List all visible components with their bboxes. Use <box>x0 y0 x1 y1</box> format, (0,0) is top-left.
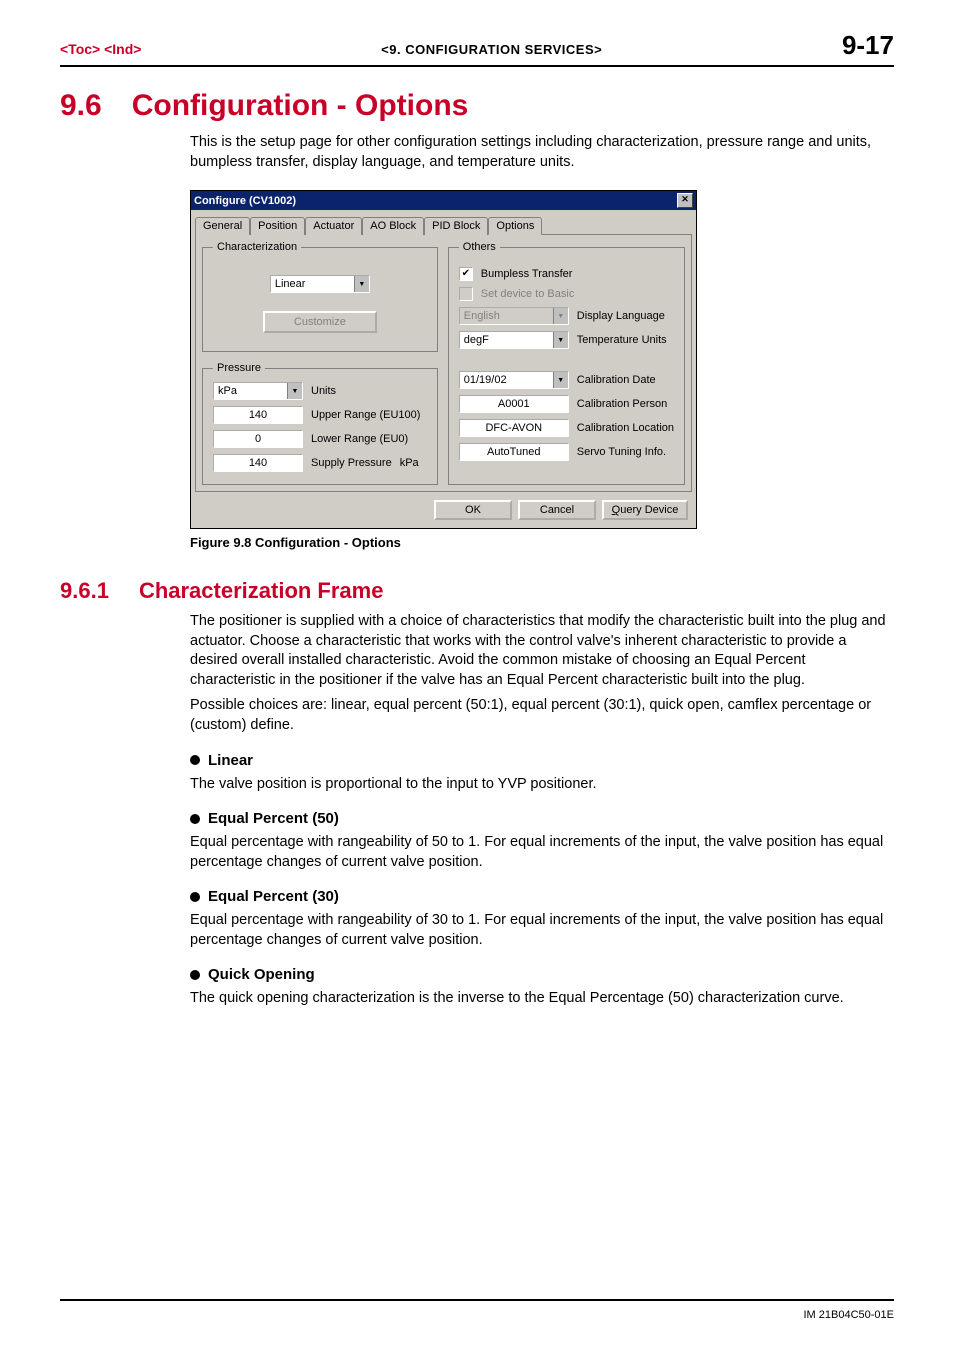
chevron-down-icon <box>553 308 568 324</box>
pressure-units-label: Units <box>311 385 336 397</box>
tab-options[interactable]: Options <box>488 217 542 235</box>
section-intro: This is the setup page for other configu… <box>190 133 894 172</box>
bumpless-checkbox[interactable]: ✔ <box>459 267 473 281</box>
tab-actuator[interactable]: Actuator <box>305 217 362 235</box>
footer-rule <box>60 1299 894 1301</box>
others-frame: Others ✔ Bumpless Transfer Set device to… <box>448 241 685 485</box>
language-label: Display Language <box>577 310 665 322</box>
servo-label: Servo Tuning Info. <box>577 446 666 458</box>
calloc-input[interactable]: DFC-AVON <box>459 419 569 437</box>
dialog-tabs: General Position Actuator AO Block PID B… <box>191 210 696 234</box>
item-linear-text: The valve position is proportional to th… <box>190 775 894 795</box>
query-device-button[interactable]: Query Device <box>602 500 688 520</box>
cancel-button[interactable]: Cancel <box>518 500 596 520</box>
dialog-titlebar[interactable]: Configure (CV1002) ✕ <box>191 191 696 210</box>
item-ep30-title: Equal Percent (30) <box>190 888 894 905</box>
subsection-title: Characterization Frame <box>139 578 384 603</box>
tab-pid-block[interactable]: PID Block <box>424 217 488 235</box>
subsection-number: 9.6.1 <box>60 578 109 603</box>
pressure-units-select[interactable]: kPa <box>213 382 303 400</box>
dialog-title: Configure (CV1002) <box>194 195 296 207</box>
pressure-supply-input[interactable]: 140 <box>213 454 303 472</box>
header-center: <9. CONFIGURATION SERVICES> <box>381 42 602 57</box>
chevron-down-icon <box>553 332 568 348</box>
bumpless-label: Bumpless Transfer <box>481 268 573 280</box>
tab-position[interactable]: Position <box>250 217 305 235</box>
tempunits-select[interactable]: degF <box>459 331 569 349</box>
caldate-label: Calibration Date <box>577 374 656 386</box>
pressure-frame: Pressure kPa Units 140 Upper Range (EU10… <box>202 362 438 485</box>
pressure-upper-input[interactable]: 140 <box>213 406 303 424</box>
item-quickopen-text: The quick opening characterization is th… <box>190 989 894 1009</box>
pressure-legend: Pressure <box>213 362 265 374</box>
section-number: 9.6 <box>60 89 102 122</box>
item-quickopen-title: Quick Opening <box>190 966 894 983</box>
calperson-input[interactable]: A0001 <box>459 395 569 413</box>
language-select: English <box>459 307 569 325</box>
caldate-select[interactable]: 01/19/02 <box>459 371 569 389</box>
section-heading: 9.6 Configuration - Options <box>60 89 894 123</box>
calloc-label: Calibration Location <box>577 422 674 434</box>
tab-general[interactable]: General <box>195 217 250 235</box>
calperson-label: Calibration Person <box>577 398 668 410</box>
characterization-select[interactable]: Linear <box>270 275 370 293</box>
page-header: <Toc> <Ind> <9. CONFIGURATION SERVICES> … <box>60 30 894 67</box>
header-pagenum: 9-17 <box>842 30 894 61</box>
pressure-supply-label: Supply Pressure <box>311 457 392 469</box>
tempunits-label: Temperature Units <box>577 334 667 346</box>
pressure-supply-unit: kPa <box>400 457 419 469</box>
chevron-down-icon <box>287 383 302 399</box>
customize-button: Customize <box>263 311 377 333</box>
others-legend: Others <box>459 241 500 253</box>
item-ep30-text: Equal percentage with rangeability of 30… <box>190 911 894 950</box>
characterization-legend: Characterization <box>213 241 301 253</box>
pressure-lower-input[interactable]: 0 <box>213 430 303 448</box>
header-left[interactable]: <Toc> <Ind> <box>60 41 141 57</box>
servo-input[interactable]: AutoTuned <box>459 443 569 461</box>
configure-dialog: Configure (CV1002) ✕ General Position Ac… <box>190 190 697 529</box>
chevron-down-icon <box>553 372 568 388</box>
setbasic-checkbox <box>459 287 473 301</box>
ok-button[interactable]: OK <box>434 500 512 520</box>
subsection-heading: 9.6.1 Characterization Frame <box>60 578 894 604</box>
setbasic-label: Set device to Basic <box>481 288 575 300</box>
publication-code: IM 21B04C50-01E <box>804 1309 895 1321</box>
close-icon[interactable]: ✕ <box>677 193 693 208</box>
item-linear-title: Linear <box>190 752 894 769</box>
item-ep50-title: Equal Percent (50) <box>190 810 894 827</box>
item-ep50-text: Equal percentage with rangeability of 50… <box>190 833 894 872</box>
characterization-frame: Characterization Linear Customize <box>202 241 438 352</box>
section-title: Configuration - Options <box>132 89 469 122</box>
pressure-lower-label: Lower Range (EU0) <box>311 433 408 445</box>
subsection-p1: The positioner is supplied with a choice… <box>190 612 894 690</box>
figure-caption: Figure 9.8 Configuration - Options <box>190 535 894 550</box>
chevron-down-icon <box>354 276 369 292</box>
subsection-p2: Possible choices are: linear, equal perc… <box>190 696 894 735</box>
pressure-upper-label: Upper Range (EU100) <box>311 409 420 421</box>
tab-ao-block[interactable]: AO Block <box>362 217 424 235</box>
